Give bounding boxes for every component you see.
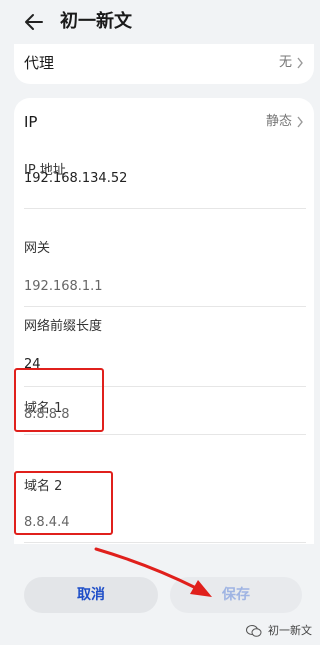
proxy-value: 无 [278,55,292,70]
divider [24,208,306,209]
divider [24,542,306,543]
prefix-length-label: 网络前缀长度 [24,319,103,334]
divider [24,306,306,307]
divider [24,434,306,435]
proxy-label: 代理 [24,54,55,72]
gateway-field[interactable]: 192.168.1.1 [24,278,103,296]
wechat-icon [246,625,262,637]
ip-mode-label: IP [24,113,38,131]
proxy-row[interactable]: 代理 无 [14,44,314,84]
dns2-highlight-box [14,471,113,535]
back-arrow-icon[interactable] [22,10,46,34]
dns1-highlight-box [14,368,104,432]
ip-mode-value: 静态 [265,114,292,129]
ip-address-field[interactable]: 192.168.134.52 [24,170,127,188]
save-button[interactable]: 保存 [170,577,302,613]
ip-mode-row[interactable]: IP 静态 [14,98,314,146]
cancel-button[interactable]: 取消 [24,577,158,613]
title-bar: 初一新文 [0,0,320,44]
page-title: 初一新文 [60,11,132,32]
gateway-label: 网关 [24,241,51,256]
watermark-text: 初一新文 [268,624,312,637]
chevron-right-icon [297,116,303,128]
chevron-right-icon [297,57,303,69]
